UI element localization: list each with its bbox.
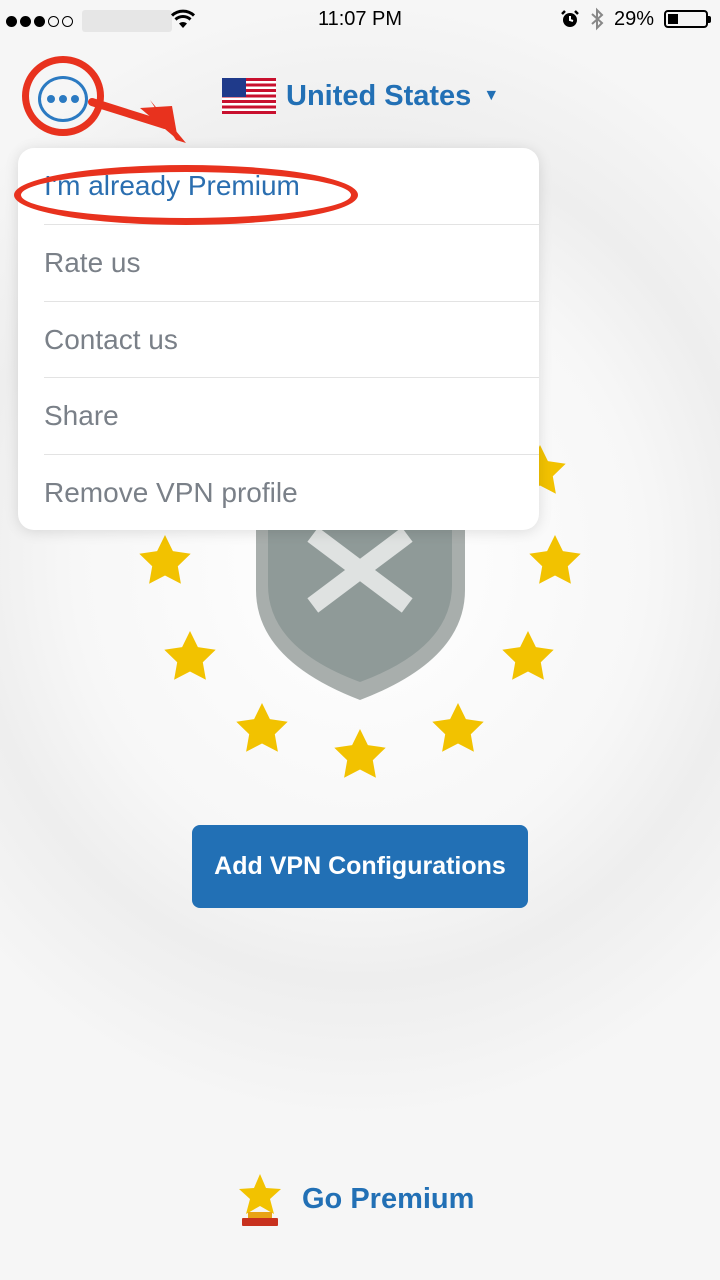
annotation-oval (14, 165, 358, 225)
menu-item-contact-us[interactable]: Contact us (44, 302, 539, 378)
add-vpn-configurations-button[interactable]: Add VPN Configurations (192, 825, 528, 908)
menu-item-share[interactable]: Share (44, 378, 539, 454)
menu-item-rate-us[interactable]: Rate us (44, 225, 539, 301)
go-premium-button[interactable]: Go Premium (234, 1172, 474, 1226)
menu-item-remove-vpn-profile[interactable]: Remove VPN profile (44, 455, 539, 531)
go-premium-label: Go Premium (302, 1182, 475, 1215)
trophy-star-icon (239, 1174, 281, 1226)
